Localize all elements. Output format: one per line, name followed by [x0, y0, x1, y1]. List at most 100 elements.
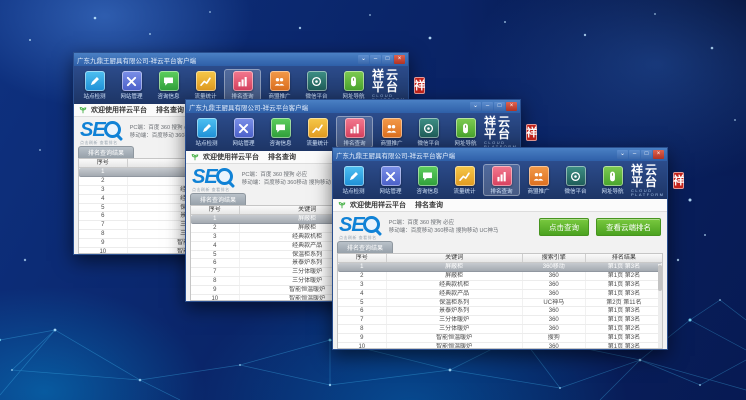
toolbar-item-ranking[interactable]: 排名查询: [224, 69, 261, 101]
toolbar-item-traffic[interactable]: 流量统计: [446, 164, 483, 196]
close-button[interactable]: ×: [653, 150, 664, 159]
view-cloud-ranking-button[interactable]: 查看云端排名: [596, 218, 661, 236]
sprout-icon: [79, 106, 87, 114]
cell-no: 4: [338, 290, 387, 298]
toolbar-item-nav[interactable]: 网址导航: [594, 164, 631, 196]
toolbar-item-site-manage[interactable]: 网站管理: [225, 116, 262, 148]
close-button[interactable]: ×: [394, 55, 405, 64]
toolbar-item-ranking[interactable]: 排名查询: [336, 116, 373, 148]
brand-logo: 祥云平台 CLOUD PLATFORM 祥: [631, 164, 686, 197]
table-row[interactable]: 5保温柜系列UC神马第2页 第11名: [338, 299, 662, 308]
cell-no: 10: [79, 248, 128, 254]
toolbar-item-alliance[interactable]: 商盟推广: [261, 69, 298, 101]
table-row[interactable]: 3经典款机柜360第1页 第3名: [338, 281, 662, 290]
nav-icon: [344, 71, 364, 91]
table-row[interactable]: 10智能恒温暖炉360第1页 第3名: [338, 343, 662, 349]
table-row[interactable]: 6景泰炉系列360第1页 第3名: [338, 307, 662, 316]
toolbar-item-message[interactable]: 咨询信息: [262, 116, 299, 148]
cell-result: 第1页 第2名: [586, 272, 662, 280]
skin-button[interactable]: ⌄: [470, 102, 481, 111]
column-header-0: 序号: [338, 254, 387, 262]
toolbar-item-site-check[interactable]: 站点检测: [76, 69, 113, 101]
skin-button[interactable]: ⌄: [617, 150, 628, 159]
toolbar-item-ranking[interactable]: 排名查询: [483, 164, 520, 196]
seo-logo-text: SE: [339, 215, 364, 235]
welcome-section-label: 排名查询: [156, 105, 184, 115]
window-controls: ⌄–□×: [470, 102, 517, 111]
brand-seal-icon: 祥: [414, 77, 426, 94]
tab-ranking-results[interactable]: 排名查询结果: [78, 146, 134, 158]
toolbar-item-label: 咨询信息: [269, 139, 291, 147]
window-title: 广东九鼎王厨具有限公司-祥云平台客户端: [336, 150, 455, 160]
toolbar-item-site-manage[interactable]: 网站管理: [113, 69, 150, 101]
toolbar-item-nav[interactable]: 网址导航: [447, 116, 484, 148]
cell-engine: 360: [523, 290, 586, 298]
titlebar[interactable]: 广东九鼎王厨具有限公司-祥云平台客户端 ⌄–□×: [186, 100, 520, 113]
toolbar-item-traffic[interactable]: 流量统计: [187, 69, 224, 101]
table-row[interactable]: 2屏蔽柜360第1页 第2名: [338, 272, 662, 281]
toolbar-item-alliance[interactable]: 商盟推广: [373, 116, 410, 148]
table-row[interactable]: 9智能恒温暖炉搜狗第1页 第3名: [338, 334, 662, 343]
cell-no: 4: [191, 242, 240, 250]
cell-no: 7: [79, 221, 128, 229]
cell-engine: 360: [523, 307, 586, 315]
toolbar-item-alliance[interactable]: 商盟推广: [520, 164, 557, 196]
ranking-results-table: 序号关键词搜索引擎排名结果 1屏蔽柜360移动第1页 第3名2屏蔽柜360第1页…: [337, 253, 663, 349]
column-header-0: 序号: [79, 159, 128, 167]
welcome-section-label: 排名查询: [268, 152, 296, 162]
maximize-button[interactable]: □: [641, 150, 652, 159]
cell-engine: 360: [523, 281, 586, 289]
welcome-section-label: 排名查询: [415, 200, 443, 210]
traffic-icon: [308, 118, 328, 138]
cell-no: 5: [79, 204, 128, 212]
toolbar-item-label: 流量统计: [306, 139, 328, 147]
toolbar-item-traffic[interactable]: 流量统计: [299, 116, 336, 148]
message-icon: [159, 71, 179, 91]
minimize-button[interactable]: –: [629, 150, 640, 159]
site-manage-icon: [122, 71, 142, 91]
toolbar: 站点检测网站管理咨询信息流量统计排名查询商盟推广微信平台网址导航 祥云平台 CL…: [186, 113, 520, 151]
cell-no: 6: [191, 259, 240, 267]
toolbar-item-label: 微信平台: [417, 139, 439, 147]
toolbar-item-wechat[interactable]: 微信平台: [557, 164, 594, 196]
skin-button[interactable]: ⌄: [358, 55, 369, 64]
toolbar-item-site-check[interactable]: 站点检测: [188, 116, 225, 148]
maximize-button[interactable]: □: [382, 55, 393, 64]
cell-result: 第1页 第3名: [586, 290, 662, 298]
cell-no: 8: [191, 277, 240, 285]
titlebar[interactable]: 广东九鼎王厨具有限公司-祥云平台客户端 ⌄–□×: [333, 148, 667, 161]
app-window-front[interactable]: 广东九鼎王厨具有限公司-祥云平台客户端 ⌄–□× 站点检测网站管理咨询信息流量统…: [332, 147, 668, 350]
tab-ranking-results[interactable]: 排名查询结果: [190, 193, 246, 205]
toolbar-item-label: 站点检测: [195, 139, 217, 147]
toolbar-item-message[interactable]: 咨询信息: [150, 69, 187, 101]
toolbar-item-wechat[interactable]: 微信平台: [298, 69, 335, 101]
brand-seal-icon: 祥: [673, 172, 685, 189]
table-row[interactable]: 7三分体暖炉360第1页 第3名: [338, 316, 662, 325]
tab-ranking-results[interactable]: 排名查询结果: [337, 241, 393, 253]
scrollbar-thumb[interactable]: [658, 265, 662, 291]
table-row[interactable]: 1屏蔽柜360移动第1页 第3名: [338, 263, 662, 272]
cell-keyword: 景泰炉系列: [387, 307, 523, 315]
toolbar-item-message[interactable]: 咨询信息: [409, 164, 446, 196]
table-scrollbar[interactable]: [658, 264, 662, 348]
close-button[interactable]: ×: [506, 102, 517, 111]
seo-logo: SE 点击刷新 查看排名: [80, 120, 121, 145]
minimize-button[interactable]: –: [370, 55, 381, 64]
minimize-button[interactable]: –: [482, 102, 493, 111]
welcome-text: 欢迎使用祥云平台: [350, 200, 406, 210]
toolbar-items: 站点检测网站管理咨询信息流量统计排名查询商盟推广微信平台网址导航: [335, 164, 631, 196]
maximize-button[interactable]: □: [494, 102, 505, 111]
table-row[interactable]: 8三分体暖炉360第1页 第2名: [338, 325, 662, 334]
cell-keyword: 智能恒温暖炉: [387, 334, 523, 342]
titlebar[interactable]: 广东九鼎王厨具有限公司-祥云平台客户端 ⌄–□×: [74, 53, 408, 66]
table-row[interactable]: 4经典款产品360第1页 第3名: [338, 290, 662, 299]
cell-no: 4: [79, 195, 128, 203]
cell-no: 2: [191, 224, 240, 232]
cell-no: 2: [338, 272, 387, 280]
toolbar-item-wechat[interactable]: 微信平台: [410, 116, 447, 148]
toolbar-item-nav[interactable]: 网址导航: [335, 69, 372, 101]
query-button[interactable]: 点击查询: [539, 218, 589, 236]
toolbar-item-site-manage[interactable]: 网站管理: [372, 164, 409, 196]
seo-logo-text: SE: [192, 167, 217, 187]
toolbar-item-site-check[interactable]: 站点检测: [335, 164, 372, 196]
